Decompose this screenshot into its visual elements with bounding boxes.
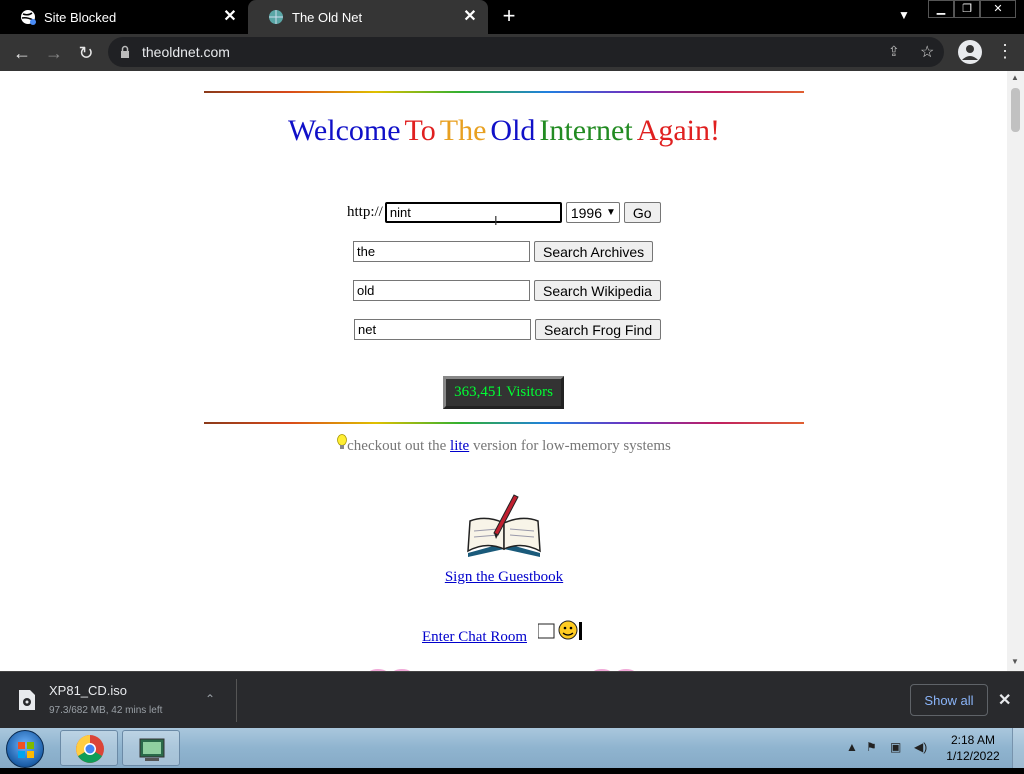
new-tab-plus-icon[interactable]: + [498, 5, 520, 27]
close-tab-icon[interactable]: ✕ [462, 9, 478, 25]
network-icon[interactable]: ▣ [890, 740, 901, 754]
lite-suffix-text: version for low-memory systems [472, 438, 671, 454]
window-close-icon[interactable]: ✕ [980, 0, 1016, 18]
lock-icon [120, 45, 130, 59]
text-cursor-icon: I [494, 213, 498, 228]
show-all-button[interactable]: Show all [910, 684, 988, 716]
headline-word: To [404, 114, 436, 147]
clock-date[interactable]: 1/12/2022 [940, 749, 1006, 763]
globe-blocked-icon [20, 9, 36, 25]
flag-icon[interactable]: ⚑ [866, 740, 877, 754]
rainbow-divider [204, 91, 804, 93]
frogfind-search-input[interactable]: net [354, 319, 531, 340]
download-status: 97.3/682 MB, 42 mins left [49, 705, 163, 716]
url-text: theoldnet.com [142, 44, 230, 60]
show-desktop-button[interactable] [1012, 728, 1024, 768]
file-icon [18, 689, 36, 711]
page-title: Welcome To The Old Internet Again! [0, 114, 1008, 148]
guestbook-book-icon[interactable] [464, 491, 544, 561]
tab-the-old-net[interactable]: The Old Net ✕ [248, 0, 488, 34]
guestbook-link-wrap: Sign the Guestbook [0, 568, 1008, 586]
frogfind-search-form: net Search Frog Find [354, 319, 662, 340]
rainbow-divider [204, 422, 804, 424]
restore-icon[interactable]: ❐ [954, 0, 980, 18]
divider [236, 679, 237, 722]
headline-word: Again! [636, 114, 720, 147]
tab-site-blocked[interactable]: Site Blocked ✕ [0, 0, 248, 34]
visitor-counter: 363,451 Visitors [443, 376, 564, 409]
forward-arrow-icon[interactable]: → [42, 41, 66, 65]
scroll-down-icon[interactable]: ▼ [1011, 657, 1019, 666]
headline-word: Welcome [288, 114, 401, 147]
tab-strip: Site Blocked ✕ The Old Net ✕ + ▼ ▁ ❐ ✕ [0, 0, 1024, 34]
browser-toolbar: ← → ↻ theoldnet.com ⇪ ☆ [0, 34, 1024, 71]
scroll-up-icon[interactable]: ▲ [1011, 73, 1019, 82]
reload-icon[interactable]: ↻ [74, 41, 98, 65]
bookmark-star-icon[interactable]: ☆ [920, 42, 934, 62]
lite-prefix-text: checkout out the [347, 438, 447, 454]
tab-title: Site Blocked [44, 9, 117, 25]
sign-guestbook-link[interactable]: Sign the Guestbook [445, 569, 563, 585]
vertical-scrollbar[interactable]: ▲ ▼ [1007, 71, 1024, 671]
share-icon[interactable]: ⇪ [888, 43, 900, 60]
chevron-up-icon[interactable]: ⌃ [205, 692, 215, 706]
chat-room-link-wrap: Enter Chat Room [422, 628, 527, 646]
headline-word: The [439, 114, 487, 147]
lite-version-link[interactable]: lite [450, 438, 469, 454]
year-select-value: 1996 [570, 204, 602, 221]
kebab-menu-icon[interactable]: ⋮ [996, 42, 1014, 60]
wayback-url-input[interactable]: nint [384, 202, 562, 223]
archives-search-form: the Search Archives [353, 241, 654, 262]
chat-smiley-icon [537, 620, 582, 642]
go-button[interactable]: Go [623, 202, 661, 223]
search-frog-find-button[interactable]: Search Frog Find [535, 319, 662, 340]
archives-search-input[interactable]: the [353, 241, 530, 262]
chevron-down-icon[interactable]: ▼ [895, 8, 913, 26]
chrome-taskbar-button[interactable] [60, 730, 118, 766]
year-select[interactable]: 1996 ▼ [565, 202, 620, 223]
chevron-down-icon: ▼ [606, 207, 616, 218]
enter-chat-room-link[interactable]: Enter Chat Room [422, 629, 527, 645]
volume-icon[interactable]: ◀) [914, 740, 927, 754]
url-prefix-label: http:// [347, 204, 383, 220]
search-wikipedia-button[interactable]: Search Wikipedia [534, 280, 661, 301]
scrollbar-thumb[interactable] [1011, 88, 1020, 132]
search-archives-button[interactable]: Search Archives [534, 241, 654, 262]
profile-avatar-icon[interactable] [958, 40, 982, 64]
close-icon[interactable]: ✕ [998, 690, 1011, 710]
tab-title: The Old Net [292, 9, 363, 25]
lightbulb-icon [337, 434, 348, 457]
wikipedia-search-form: old Search Wikipedia [353, 280, 661, 301]
wayback-url-form: http:// nint 1996 ▼ Go [347, 202, 661, 223]
close-tab-icon[interactable]: ✕ [222, 9, 238, 25]
clock-time[interactable]: 2:18 AM [940, 733, 1006, 747]
page-viewport: Welcome To The Old Internet Again! http:// ni… [0, 71, 1024, 671]
download-filename[interactable]: XP81_CD.iso [49, 683, 127, 698]
tray-expand-icon[interactable]: ▲ [846, 740, 858, 754]
globe-icon [268, 9, 284, 25]
back-arrow-icon[interactable]: ← [10, 41, 34, 65]
wikipedia-search-input[interactable]: old [353, 280, 530, 301]
headline-word: Internet [539, 114, 633, 147]
network-app-taskbar-button[interactable] [122, 730, 180, 766]
minimize-icon[interactable]: ▁ [928, 0, 954, 18]
headline-word: Old [490, 114, 536, 147]
windows-taskbar: ▲ ⚑ ▣ ◀) 2:18 AM 1/12/2022 [0, 728, 1024, 768]
address-bar[interactable]: theoldnet.com ⇪ ☆ [108, 37, 944, 67]
lite-version-notice: checkout out the lite version for low-me… [0, 434, 1008, 457]
download-bar: XP81_CD.iso 97.3/682 MB, 42 mins left ⌃ … [0, 671, 1024, 728]
windows-start-icon[interactable] [6, 730, 44, 768]
